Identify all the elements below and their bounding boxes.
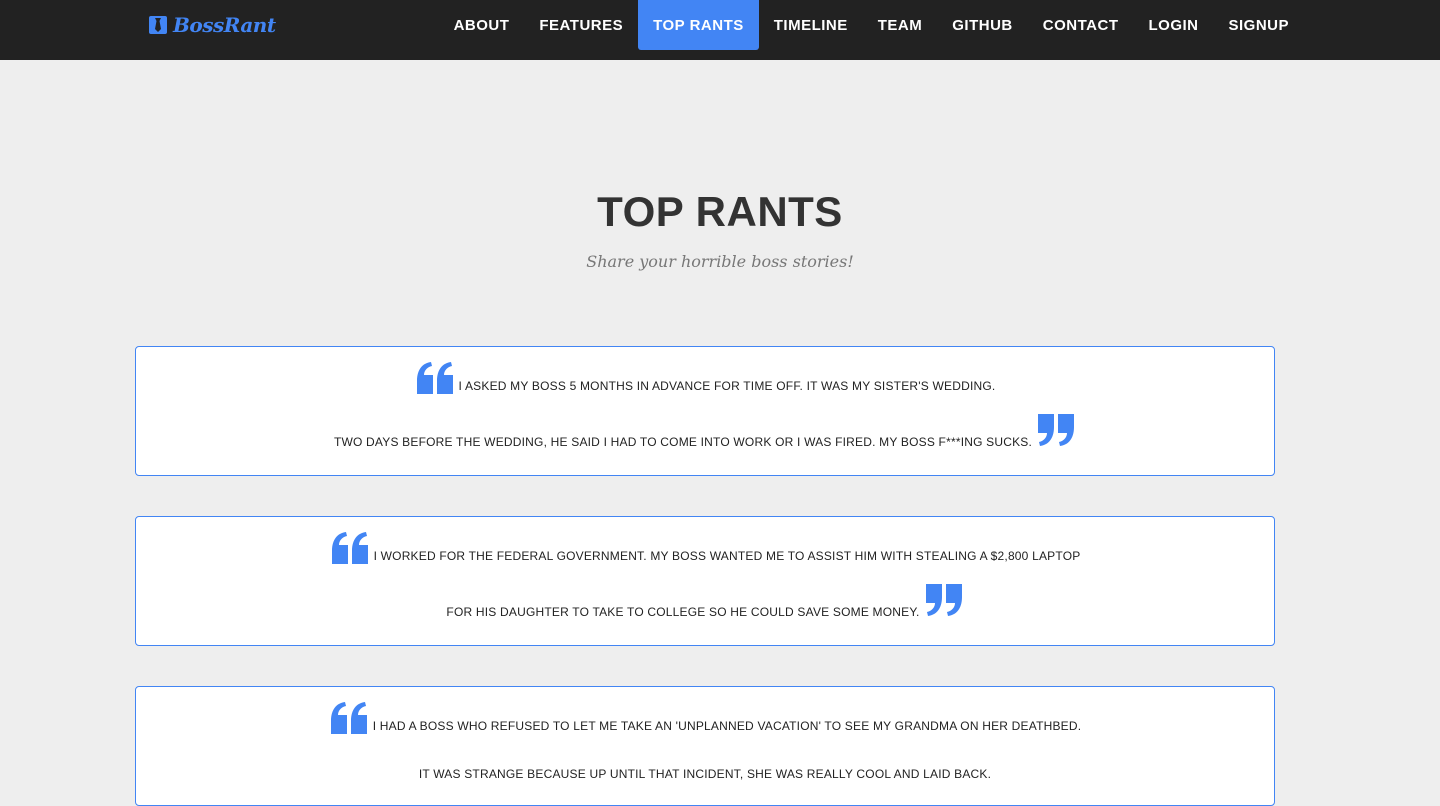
quote-close-icon <box>925 584 962 616</box>
section-subtitle: Share your horrible boss stories! <box>586 252 854 271</box>
rant-text: I HAD A BOSS WHO REFUSED TO LET ME TAKE … <box>372 719 1082 733</box>
nav-top-rants[interactable]: TOP RANTS <box>638 0 759 50</box>
quote-close-icon <box>1038 414 1075 446</box>
nav-timeline[interactable]: TIMELINE <box>759 0 863 50</box>
navbar: BossRant ABOUT FEATURES TOP RANTS TIMELI… <box>0 0 1440 60</box>
nav-features[interactable]: FEATURES <box>524 0 638 50</box>
rant-line: FOR HIS DAUGHTER TO TAKE TO COLLEGE SO H… <box>136 583 1274 619</box>
quote-open-icon <box>416 362 453 394</box>
nav-team[interactable]: TEAM <box>863 0 938 50</box>
rant-card: I WORKED FOR THE FEDERAL GOVERNMENT. MY … <box>135 516 1275 646</box>
rant-line: I HAD A BOSS WHO REFUSED TO LET ME TAKE … <box>136 701 1274 734</box>
rant-text: I WORKED FOR THE FEDERAL GOVERNMENT. MY … <box>373 549 1081 563</box>
rant-card: I ASKED MY BOSS 5 MONTHS IN ADVANCE FOR … <box>135 346 1275 476</box>
rant-line: IT WAS STRANGE BECAUSE UP UNTIL THAT INC… <box>136 767 1274 781</box>
section-title: TOP RANTS <box>597 188 843 235</box>
tie-icon <box>149 16 167 34</box>
nav-github[interactable]: GITHUB <box>937 0 1028 50</box>
quote-open-icon <box>330 702 367 734</box>
rant-text: FOR HIS DAUGHTER TO TAKE TO COLLEGE SO H… <box>446 605 920 619</box>
rant-text: I ASKED MY BOSS 5 MONTHS IN ADVANCE FOR … <box>458 379 996 393</box>
nav-login[interactable]: LOGIN <box>1133 0 1213 50</box>
nav-about[interactable]: ABOUT <box>439 0 525 50</box>
main-nav: ABOUT FEATURES TOP RANTS TIMELINE TEAM G… <box>439 0 1304 50</box>
rant-text: TWO DAYS BEFORE THE WEDDING, HE SAID I H… <box>333 435 1033 449</box>
rant-text: IT WAS STRANGE BECAUSE UP UNTIL THAT INC… <box>418 767 992 781</box>
rant-line: I WORKED FOR THE FEDERAL GOVERNMENT. MY … <box>136 531 1274 564</box>
nav-signup[interactable]: SIGNUP <box>1213 0 1304 50</box>
rant-line: TWO DAYS BEFORE THE WEDDING, HE SAID I H… <box>136 413 1274 449</box>
quote-open-icon <box>331 532 368 564</box>
brand-name: BossRant <box>173 13 276 37</box>
nav-contact[interactable]: CONTACT <box>1028 0 1134 50</box>
brand-logo[interactable]: BossRant <box>149 12 276 38</box>
rant-card: I HAD A BOSS WHO REFUSED TO LET ME TAKE … <box>135 686 1275 806</box>
rant-line: I ASKED MY BOSS 5 MONTHS IN ADVANCE FOR … <box>136 361 1274 394</box>
